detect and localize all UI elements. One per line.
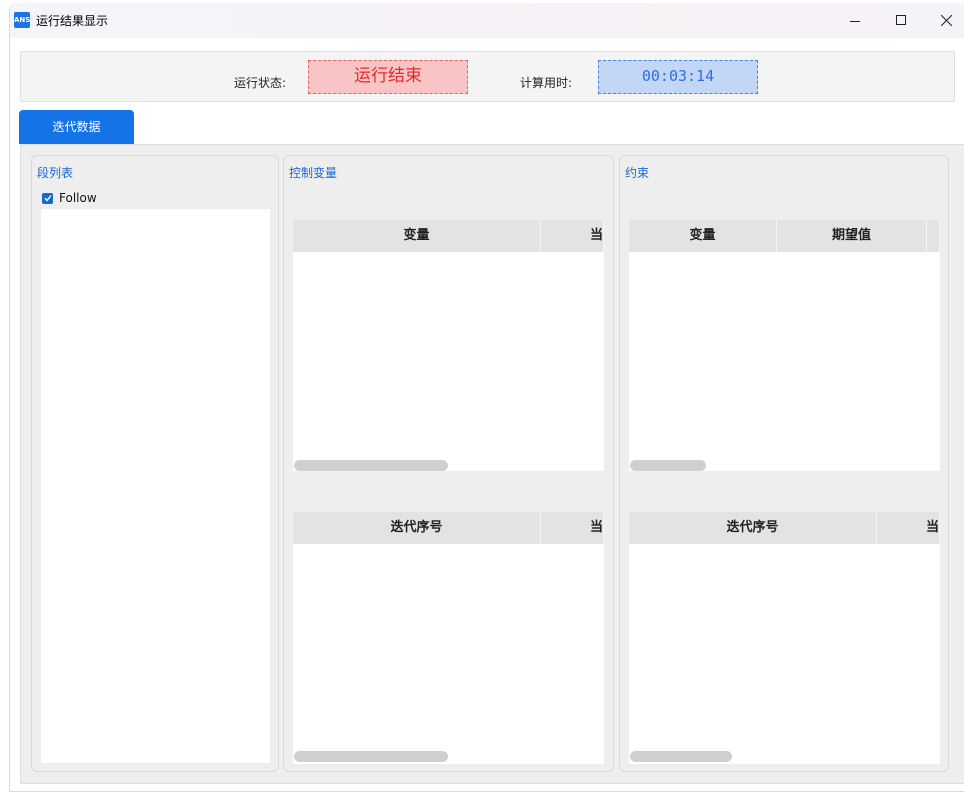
column-header-current[interactable]: 当 [877, 512, 940, 544]
constraint-iterations-table[interactable]: 迭代序号 当 [629, 512, 940, 764]
run-status-value: 运行结束 [308, 60, 468, 94]
follow-checkbox[interactable] [42, 192, 53, 204]
result-window: ANS 运行结果显示 运行状态: 运行结束 计算用时: 00:03:14 迭代数… [9, 3, 964, 792]
control-variables-table[interactable]: 变量 当 [293, 220, 604, 471]
column-header-expected[interactable]: 期望值 [777, 220, 927, 252]
segment-list-title: 段列表 [37, 166, 74, 180]
window-title: 运行结果显示 [36, 14, 109, 28]
table-header: 变量 期望值 [629, 220, 940, 252]
constraints-table[interactable]: 变量 期望值 [629, 220, 940, 471]
maximize-button[interactable] [878, 3, 924, 38]
segment-item-label: Follow [59, 191, 97, 205]
column-header-variable[interactable]: 变量 [629, 220, 777, 252]
column-header-variable[interactable]: 变量 [293, 220, 541, 252]
table-header: 迭代序号 当 [293, 512, 604, 544]
table-header: 迭代序号 当 [629, 512, 940, 544]
run-status-label: 运行状态: [234, 76, 287, 90]
column-header-iteration[interactable]: 迭代序号 [629, 512, 877, 544]
minimize-button[interactable] [832, 3, 878, 38]
constraints-group: 约束 变量 期望值 迭代序号 当 [619, 155, 949, 772]
segment-item-follow[interactable]: Follow [42, 189, 97, 207]
horizontal-scrollbar[interactable] [294, 460, 448, 471]
column-header-extra[interactable] [927, 220, 940, 252]
horizontal-scrollbar[interactable] [294, 751, 448, 762]
segment-list-group: 段列表 Follow [31, 155, 279, 772]
column-header-iteration[interactable]: 迭代序号 [293, 512, 541, 544]
app-icon: ANS [14, 12, 30, 28]
column-header-current[interactable]: 当 [541, 220, 604, 252]
segment-list[interactable] [41, 209, 270, 763]
column-header-current[interactable]: 当 [541, 512, 604, 544]
table-header: 变量 当 [293, 220, 604, 252]
close-icon [941, 15, 952, 26]
title-bar[interactable]: ANS 运行结果显示 [10, 3, 964, 38]
tab-content: 段列表 Follow 控制变量 变量 当 迭代序号 当 约束 变量 期望值 迭代… [20, 144, 964, 784]
constraints-title: 约束 [625, 166, 650, 180]
control-variables-title: 控制变量 [289, 166, 338, 180]
control-iterations-table[interactable]: 迭代序号 当 [293, 512, 604, 764]
horizontal-scrollbar[interactable] [630, 751, 732, 762]
elapsed-time-value: 00:03:14 [598, 60, 758, 94]
check-icon [43, 195, 52, 202]
horizontal-scrollbar[interactable] [630, 460, 706, 471]
control-variables-group: 控制变量 变量 当 迭代序号 当 [283, 155, 614, 772]
status-bar: 运行状态: 运行结束 计算用时: 00:03:14 [20, 51, 955, 102]
close-button[interactable] [924, 3, 964, 38]
elapsed-time-label: 计算用时: [520, 76, 573, 90]
tab-iteration-data[interactable]: 迭代数据 [19, 110, 134, 144]
